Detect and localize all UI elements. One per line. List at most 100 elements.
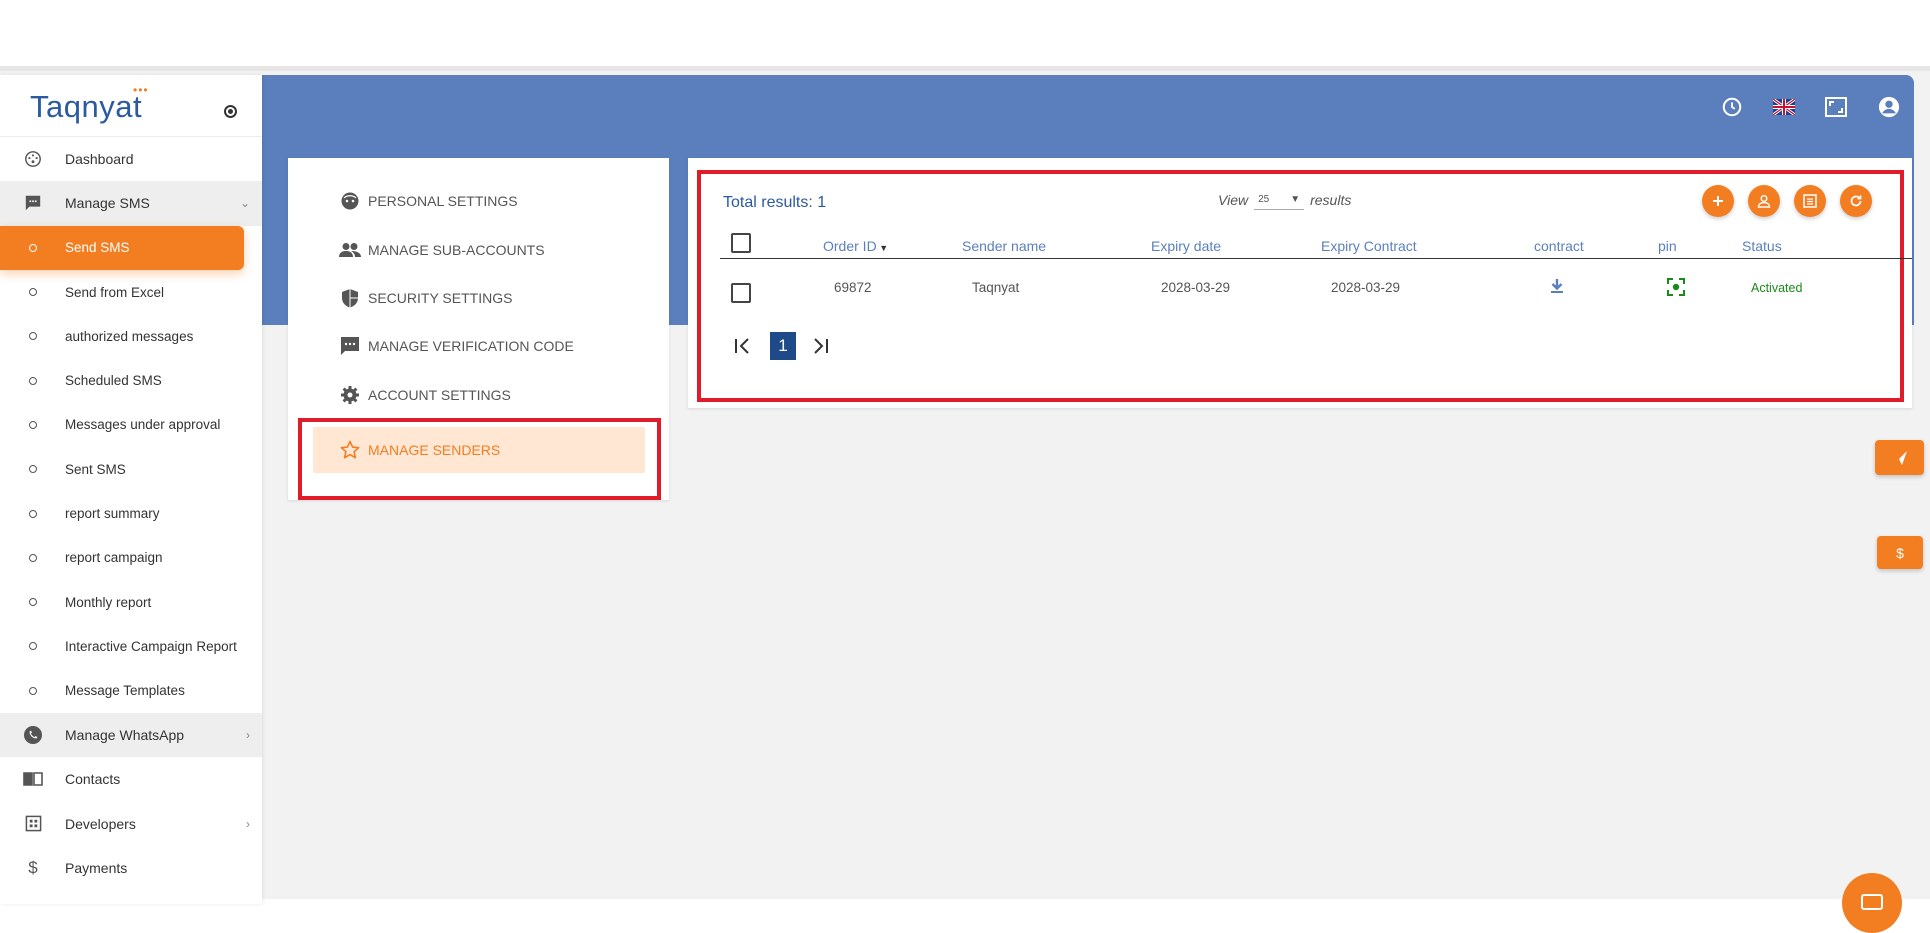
account-circle-icon[interactable] bbox=[1877, 95, 1901, 119]
sidebar-item-label: report campaign bbox=[65, 550, 163, 566]
fullscreen-icon[interactable] bbox=[1824, 95, 1848, 119]
column-header-pin[interactable]: pin bbox=[1658, 238, 1677, 254]
user-button[interactable] bbox=[1748, 185, 1780, 217]
sidebar-item-scheduled-sms[interactable]: Scheduled SMS bbox=[0, 358, 262, 402]
page-size-select[interactable]: 25 ▼ bbox=[1254, 190, 1305, 210]
cell-expiry-date: 2028-03-29 bbox=[1161, 280, 1231, 295]
message-dots-icon bbox=[338, 334, 362, 358]
sidebar-item-monthly-report[interactable]: Monthly report bbox=[0, 580, 262, 624]
sidebar-item-label: Message Templates bbox=[65, 683, 185, 699]
column-header-status[interactable]: Status bbox=[1742, 238, 1782, 254]
first-page-icon[interactable] bbox=[733, 336, 753, 361]
person-icon bbox=[1757, 195, 1771, 208]
chat-icon bbox=[1861, 894, 1883, 910]
send-float-button[interactable] bbox=[1875, 440, 1924, 475]
sidebar-item-dashboard[interactable]: Dashboard bbox=[0, 137, 262, 181]
sidebar-item-message-templates[interactable]: Message Templates bbox=[0, 669, 262, 713]
settings-item-personal[interactable]: PERSONAL SETTINGS bbox=[338, 179, 668, 223]
bullet-icon bbox=[29, 598, 37, 607]
chat-fab[interactable] bbox=[1842, 873, 1902, 933]
column-header-order-id[interactable]: Order ID ▼ bbox=[823, 238, 888, 254]
column-header-expiry-contract[interactable]: Expiry Contract bbox=[1321, 238, 1417, 254]
sidebar-item-send-sms[interactable]: Send SMS bbox=[0, 225, 244, 270]
sidebar-item-label: Interactive Campaign Report bbox=[65, 638, 237, 654]
app-shell: Taqnyat ••• Dashboard Manage SMS ⌄ Send … bbox=[0, 66, 1930, 933]
bullet-icon bbox=[29, 376, 37, 385]
view-control: View 25 ▼ results bbox=[1218, 190, 1351, 210]
highlight-box bbox=[298, 418, 661, 500]
sidebar-item-payments[interactable]: $ Payments bbox=[0, 846, 262, 890]
bullet-icon bbox=[29, 288, 37, 297]
sort-desc-icon: ▼ bbox=[876, 243, 889, 253]
dollar-icon: $ bbox=[1896, 544, 1904, 561]
sidebar-item-label: Contacts bbox=[65, 771, 121, 788]
bullet-icon bbox=[29, 420, 37, 429]
download-icon[interactable] bbox=[1548, 277, 1566, 300]
settings-item-verification-code[interactable]: MANAGE VERIFICATION CODE bbox=[338, 324, 668, 368]
settings-item-label: MANAGE VERIFICATION CODE bbox=[368, 338, 574, 354]
cell-sender-name: Taqnyat bbox=[972, 280, 1020, 295]
list-icon bbox=[1803, 194, 1817, 208]
people-icon bbox=[338, 238, 362, 262]
bullet-icon bbox=[29, 686, 37, 695]
sms-icon bbox=[22, 192, 44, 214]
row-checkbox[interactable] bbox=[731, 283, 751, 303]
face-icon bbox=[338, 189, 362, 213]
chevron-down-icon: ⌄ bbox=[239, 196, 250, 211]
chevron-down-icon: ▼ bbox=[1290, 194, 1301, 205]
settings-item-sub-accounts[interactable]: MANAGE SUB-ACCOUNTS bbox=[338, 228, 668, 272]
column-header-sender-name[interactable]: Sender name bbox=[962, 238, 1046, 254]
sidebar-item-label: authorized messages bbox=[65, 328, 194, 344]
logo[interactable]: Taqnyat bbox=[30, 89, 142, 125]
column-header-contract[interactable]: contract bbox=[1534, 238, 1584, 254]
settings-item-security[interactable]: SECURITY SETTINGS bbox=[338, 276, 668, 320]
dashboard-icon bbox=[22, 148, 44, 170]
sidebar-item-report-summary[interactable]: report summary bbox=[0, 491, 262, 535]
bullet-icon bbox=[29, 465, 37, 474]
sidebar-item-report-campaign[interactable]: report campaign bbox=[0, 536, 262, 580]
send-icon bbox=[1892, 450, 1907, 465]
page-button-1[interactable]: 1 bbox=[770, 332, 796, 360]
sidebar-item-manage-sms[interactable]: Manage SMS ⌄ bbox=[0, 181, 262, 226]
settings-item-account[interactable]: ACCOUNT SETTINGS bbox=[338, 373, 668, 417]
pin-focus-icon[interactable] bbox=[1666, 277, 1686, 302]
sidebar-item-sent-sms[interactable]: Sent SMS bbox=[0, 447, 262, 491]
contacts-icon bbox=[22, 768, 44, 790]
bullet-icon bbox=[29, 553, 37, 562]
sidebar-item-label: Monthly report bbox=[65, 594, 152, 610]
sidebar-item-interactive-campaign-report[interactable]: Interactive Campaign Report bbox=[0, 624, 262, 668]
uk-flag-icon[interactable] bbox=[1772, 95, 1796, 119]
bullet-icon bbox=[29, 509, 37, 518]
sidebar-item-label: Developers bbox=[65, 815, 136, 832]
sidebar-item-developers[interactable]: Developers › bbox=[0, 801, 262, 845]
shield-icon bbox=[338, 286, 362, 310]
sidebar-item-contacts[interactable]: Contacts bbox=[0, 757, 262, 801]
sidebar: Taqnyat ••• Dashboard Manage SMS ⌄ Send … bbox=[0, 75, 262, 904]
settings-item-label: MANAGE SUB-ACCOUNTS bbox=[368, 242, 545, 258]
settings-menu: PERSONAL SETTINGS MANAGE SUB-ACCOUNTS SE… bbox=[288, 158, 669, 500]
list-button[interactable] bbox=[1794, 185, 1826, 217]
sidebar-item-label: Manage SMS bbox=[65, 195, 150, 212]
add-button[interactable] bbox=[1702, 185, 1734, 217]
sidebar-item-manage-whatsapp[interactable]: Manage WhatsApp › bbox=[0, 712, 262, 758]
bullet-icon bbox=[29, 332, 37, 341]
sidebar-item-send-from-excel[interactable]: Send from Excel bbox=[0, 270, 262, 314]
clock-icon[interactable] bbox=[1720, 95, 1744, 119]
sidebar-item-authorized-messages[interactable]: authorized messages bbox=[0, 314, 262, 358]
bullet-icon bbox=[29, 642, 37, 651]
select-all-checkbox[interactable] bbox=[731, 233, 751, 253]
dollar-icon: $ bbox=[28, 857, 38, 877]
sidebar-item-label: Send SMS bbox=[65, 240, 130, 256]
sidebar-item-messages-under-approval[interactable]: Messages under approval bbox=[0, 403, 262, 447]
refresh-button[interactable] bbox=[1840, 185, 1872, 217]
header-divider bbox=[720, 258, 1912, 259]
pricing-float-button[interactable]: $ bbox=[1877, 536, 1923, 569]
last-page-icon[interactable] bbox=[810, 336, 830, 361]
page-size-value: 25 bbox=[1258, 194, 1270, 205]
refresh-icon bbox=[1850, 195, 1862, 207]
sidebar-toggle[interactable] bbox=[224, 105, 237, 118]
cell-order-id: 69872 bbox=[834, 280, 872, 295]
logo-dots: ••• bbox=[133, 83, 149, 97]
senders-table-card: Total results: 1 View 25 ▼ results Order … bbox=[688, 158, 1912, 408]
column-header-expiry-date[interactable]: Expiry date bbox=[1151, 238, 1221, 254]
